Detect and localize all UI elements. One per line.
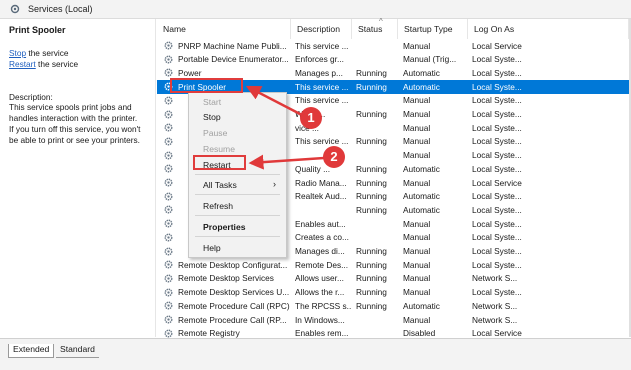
tab-standard[interactable]: Standard bbox=[56, 344, 99, 358]
tab-extended[interactable]: Extended bbox=[8, 344, 55, 358]
callout-badge-2: 2 bbox=[323, 146, 345, 168]
callout-badge-1: 1 bbox=[300, 107, 322, 129]
callout-arrow-1 bbox=[245, 85, 303, 117]
view-tabs: Extended Standard bbox=[0, 338, 631, 370]
callout-arrows bbox=[245, 85, 325, 170]
callout-arrow-2 bbox=[248, 154, 325, 170]
